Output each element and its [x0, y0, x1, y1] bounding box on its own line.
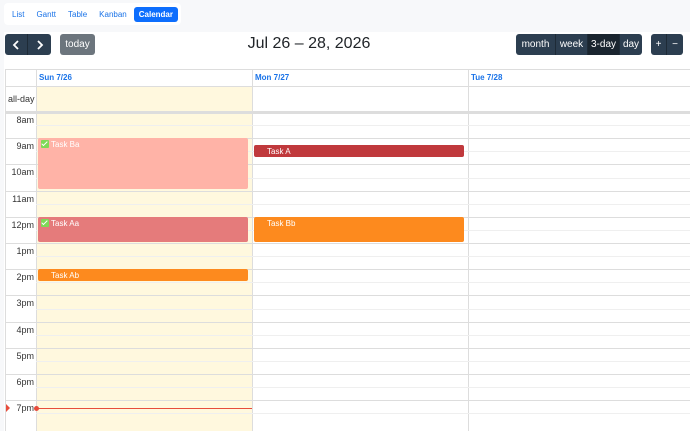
- checkbox-checked-icon: [41, 219, 49, 227]
- half-hour-line: [36, 413, 690, 414]
- event-title: Task Ba: [51, 140, 80, 149]
- hour-line: [6, 400, 690, 401]
- column-header-1[interactable]: Mon 7/27: [252, 70, 468, 86]
- view-switcher: month week 3-day day: [516, 34, 642, 55]
- now-indicator-line: [36, 408, 252, 409]
- half-hour-line: [36, 335, 690, 336]
- hour-line: [6, 295, 690, 296]
- calendar-event[interactable]: Task Aa: [38, 217, 248, 242]
- checkbox-checked-icon: [41, 140, 49, 148]
- view-tab-gantt[interactable]: Gantt: [31, 7, 61, 22]
- time-grid: all-day Sun 7/26 Mon 7/27 Tue 7/28 8am 9am 10…: [5, 69, 690, 431]
- time-label: 1pm: [16, 246, 34, 256]
- view-button-week[interactable]: week: [556, 34, 588, 55]
- view-tabs: List Gantt Table Kanban Calendar: [4, 3, 181, 25]
- view-button-day[interactable]: day: [620, 34, 642, 55]
- now-indicator-dot: [34, 406, 39, 411]
- calendar-event[interactable]: Task Bb: [254, 217, 464, 242]
- half-hour-line: [36, 361, 690, 362]
- time-label: 6pm: [16, 377, 34, 387]
- time-label: 4pm: [16, 325, 34, 335]
- view-button-3-day[interactable]: 3-day: [588, 34, 620, 55]
- zoom-in-button[interactable]: +: [651, 34, 667, 55]
- zoom-out-button[interactable]: −: [667, 34, 683, 55]
- time-label: 10am: [11, 167, 34, 177]
- event-title: Task Ab: [51, 271, 80, 280]
- view-button-month[interactable]: month: [516, 34, 556, 55]
- row-divider: [6, 113, 690, 114]
- half-hour-line: [36, 204, 690, 205]
- allday-label: all-day: [8, 94, 35, 104]
- time-label: 2pm: [16, 272, 34, 282]
- time-label: 8am: [16, 115, 34, 125]
- view-tab-table[interactable]: Table: [63, 7, 92, 22]
- row-divider: [6, 86, 690, 87]
- time-label: 3pm: [16, 298, 34, 308]
- event-title: Task Aa: [51, 219, 80, 228]
- hour-line: [6, 348, 690, 349]
- view-tab-calendar[interactable]: Calendar: [133, 6, 178, 22]
- view-tab-kanban[interactable]: Kanban: [94, 7, 132, 22]
- hour-line: [6, 243, 690, 244]
- time-label: 12pm: [11, 220, 34, 230]
- time-label: 5pm: [16, 351, 34, 361]
- time-label: 7pm: [16, 403, 34, 413]
- calendar-event[interactable]: Task A: [254, 145, 464, 157]
- event-title: Task A: [267, 147, 291, 156]
- column-header-0[interactable]: Sun 7/26: [36, 70, 252, 86]
- event-title: Task Bb: [267, 219, 296, 228]
- hour-line: [6, 112, 690, 113]
- calendar-event[interactable]: Task Ba: [38, 138, 248, 189]
- column-header-2[interactable]: Tue 7/28: [468, 70, 684, 86]
- hour-line: [6, 374, 690, 375]
- half-hour-line: [36, 282, 690, 283]
- view-tab-list[interactable]: List: [7, 7, 29, 22]
- time-label: 11am: [12, 194, 34, 204]
- zoom-button-group: + −: [651, 34, 683, 55]
- half-hour-line: [36, 256, 690, 257]
- hour-line: [6, 191, 690, 192]
- half-hour-line: [36, 125, 690, 126]
- half-hour-line: [36, 309, 690, 310]
- calendar-toolbar: today Jul 26 – 28, 2026 month week 3-day da…: [4, 32, 690, 69]
- hour-line: [6, 322, 690, 323]
- calendar-panel: today Jul 26 – 28, 2026 month week 3-day da…: [4, 32, 690, 431]
- calendar-event[interactable]: Task Ab: [38, 269, 248, 281]
- now-indicator-arrow-icon: [6, 404, 10, 412]
- half-hour-line: [36, 387, 690, 388]
- time-label: 9am: [16, 141, 34, 151]
